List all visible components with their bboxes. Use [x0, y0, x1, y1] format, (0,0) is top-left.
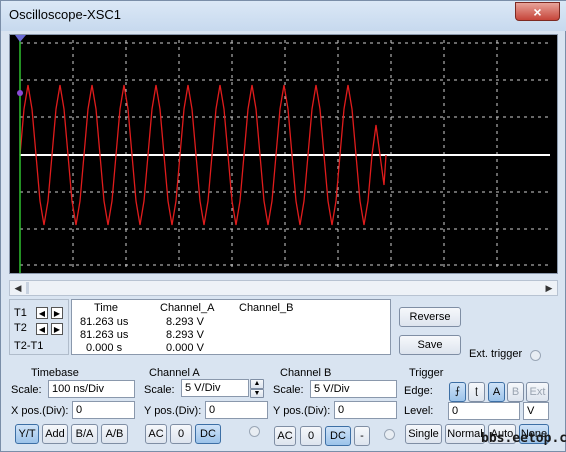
timebase-scale-field[interactable]: 100 ns/Div — [48, 380, 135, 398]
channel-a-ac-button[interactable]: AC — [145, 424, 167, 444]
channel-a-ypos-field[interactable]: 0 — [205, 401, 268, 419]
horizontal-scrollbar[interactable]: ◀ ▶ — [9, 280, 558, 296]
t2-right-arrow-icon[interactable]: ▶ — [51, 323, 63, 335]
dt-label: T2-T1 — [14, 340, 44, 352]
trigger-heading: Trigger — [409, 367, 444, 379]
trigger-level-unit[interactable]: V — [523, 402, 549, 420]
watermark: bbs.eetop.cn — [481, 431, 566, 446]
scroll-left-icon[interactable]: ◀ — [11, 282, 25, 294]
timebase-xpos-field[interactable]: 0 — [72, 401, 135, 419]
t2-left-arrow-icon[interactable]: ◀ — [36, 323, 48, 335]
timebase-heading: Timebase — [31, 367, 79, 379]
mode-add-button[interactable]: Add — [42, 424, 68, 444]
channel-b-ypos-field[interactable]: 0 — [334, 401, 397, 419]
window-title: Oscilloscope-XSC1 — [9, 7, 121, 22]
oscilloscope-window: Oscilloscope-XSC1 × ◀ ▶ T1 ◀ ▶ T2 ◀ ▶ T2… — [0, 0, 566, 452]
t1-left-arrow-icon[interactable]: ◀ — [36, 307, 48, 319]
reverse-button[interactable]: Reverse — [399, 307, 461, 327]
ext-trigger-label: Ext. trigger — [469, 348, 523, 360]
channel-b-scale-field[interactable]: 5 V/Div — [310, 380, 397, 398]
readout-t2-time: 81.263 us — [80, 329, 129, 341]
channel-b-terminal[interactable] — [384, 429, 395, 440]
channel-a-terminal[interactable] — [249, 426, 260, 437]
channel-b-dc-button[interactable]: DC — [325, 426, 351, 446]
scroll-thumb[interactable] — [26, 282, 29, 294]
trigger-level-marker — [17, 90, 23, 96]
trigger-source-ext-button[interactable]: Ext — [526, 382, 549, 402]
t1-label: T1 — [14, 307, 27, 319]
trigger-normal-button[interactable]: Normal — [445, 424, 485, 444]
scroll-right-icon[interactable]: ▶ — [542, 282, 556, 294]
trigger-edge-label: Edge: — [404, 385, 433, 397]
oscilloscope-screen[interactable] — [9, 34, 558, 274]
readout-dt-a: 0.000 V — [166, 342, 204, 354]
readout-header-channel-a: Channel_A — [160, 302, 215, 314]
measurement-readout: Time Channel_A Channel_B 81.263 us 8.293… — [71, 299, 391, 355]
readout-dt-time: 0.000 s — [86, 342, 123, 354]
channel-a-zero-button[interactable]: 0 — [170, 424, 192, 444]
rising-edge-icon[interactable]: ⨍ — [449, 382, 466, 402]
readout-t2-a: 8.293 V — [166, 329, 204, 341]
cursor-controls: T1 ◀ ▶ T2 ◀ ▶ T2-T1 — [9, 299, 69, 355]
t2-label: T2 — [14, 322, 27, 334]
channel-b-scale-label: Scale: — [273, 384, 304, 396]
readout-header-time: Time — [94, 302, 119, 314]
readout-t1-time: 81.263 us — [80, 316, 129, 328]
channel-a-ypos-label: Y pos.(Div): — [144, 405, 202, 417]
channel-a-scale-label: Scale: — [144, 384, 175, 396]
channel-b-heading: Channel B — [280, 367, 332, 379]
falling-edge-icon[interactable]: ʈ — [468, 382, 485, 402]
channel-b-ac-button[interactable]: AC — [274, 426, 296, 446]
trigger-level-field[interactable]: 0 — [448, 402, 520, 420]
trigger-level-label: Level: — [404, 405, 434, 417]
channel-a-heading: Channel A — [149, 367, 200, 379]
channel-a-scale-up-icon[interactable]: ▲ — [250, 379, 264, 389]
mode-ab-button[interactable]: A/B — [101, 424, 128, 444]
cursor-t1-marker — [15, 35, 26, 42]
mode-yt-button[interactable]: Y/T — [15, 424, 39, 444]
channel-b-zero-button[interactable]: 0 — [300, 426, 322, 446]
timebase-xpos-label: X pos.(Div): — [11, 405, 69, 417]
mode-ba-button[interactable]: B/A — [71, 424, 98, 444]
close-button[interactable]: × — [515, 2, 560, 21]
title-bar[interactable]: Oscilloscope-XSC1 × — [1, 1, 566, 31]
scope-display — [15, 35, 550, 273]
t1-right-arrow-icon[interactable]: ▶ — [51, 307, 63, 319]
ext-trigger-terminal[interactable] — [530, 350, 541, 361]
timebase-scale-label: Scale: — [11, 384, 42, 396]
save-button[interactable]: Save — [399, 335, 461, 355]
trigger-source-b-button[interactable]: B — [507, 382, 524, 402]
channel-b-minus-button[interactable]: - — [354, 426, 370, 446]
trigger-source-a-button[interactable]: A — [488, 382, 505, 402]
channel-a-scale-field[interactable]: 5 V/Div — [181, 379, 249, 397]
trigger-single-button[interactable]: Single — [405, 424, 442, 444]
channel-a-dc-button[interactable]: DC — [195, 424, 221, 444]
readout-t1-a: 8.293 V — [166, 316, 204, 328]
channel-a-scale-down-icon[interactable]: ▼ — [250, 389, 264, 398]
readout-header-channel-b: Channel_B — [239, 302, 294, 314]
channel-b-ypos-label: Y pos.(Div): — [273, 405, 331, 417]
